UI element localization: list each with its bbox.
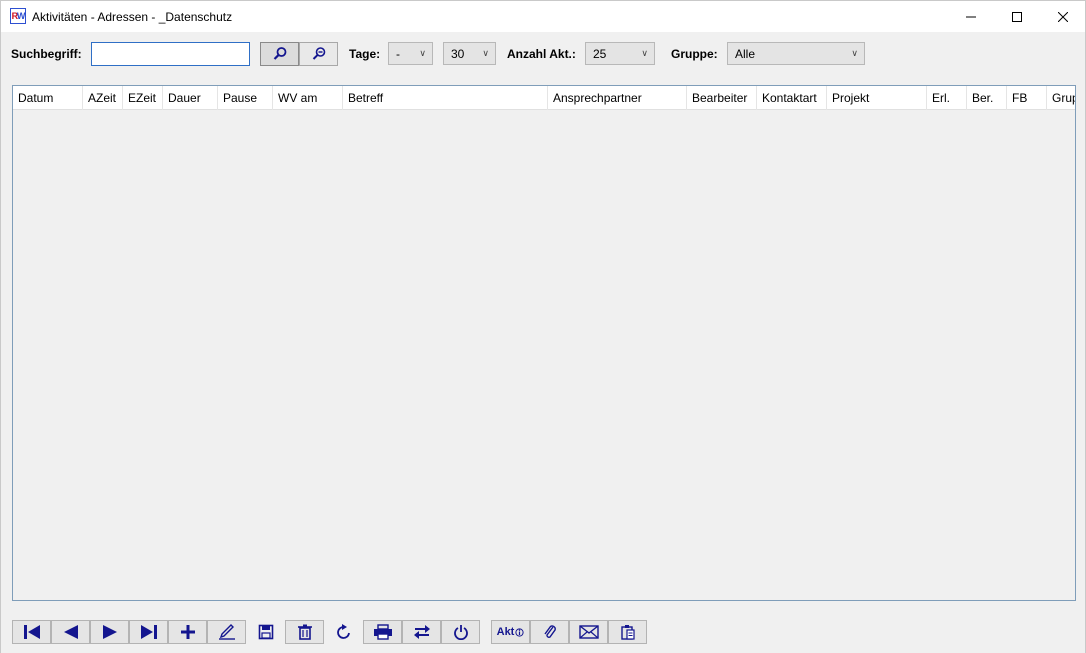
column-header-fb[interactable]: FB [1007,86,1047,110]
akt-info-icon [515,627,524,637]
chevron-down-icon: ∨ [641,48,648,58]
anzahl-select-value: 25 [593,47,607,61]
first-record-button[interactable] [12,620,51,644]
power-button[interactable] [441,620,480,644]
attachment-button[interactable] [530,620,569,644]
close-icon [1058,11,1068,22]
next-icon [102,625,117,639]
tage-label: Tage: [349,47,381,61]
bottom-toolbar: Akt [1,611,1085,653]
chevron-down-icon: ∨ [851,48,858,58]
grid-header: Datum AZeit EZeit Dauer Pause WV am Betr… [13,86,1075,110]
chevron-down-icon: ∨ [419,48,426,58]
close-button[interactable] [1040,1,1086,32]
search-minus-button[interactable] [299,42,338,66]
tage-select-1[interactable]: - ∨ [388,42,433,65]
print-button[interactable] [363,620,402,644]
power-icon [453,625,468,640]
print-icon [373,624,392,640]
column-header-wv-am[interactable]: WV am [273,86,343,110]
search-input[interactable] [91,42,250,66]
last-record-button[interactable] [129,620,168,644]
akt-info-label: Akt [496,626,515,638]
delete-record-button[interactable] [285,620,324,644]
gruppe-select[interactable]: Alle ∨ [727,42,865,65]
swap-button[interactable] [402,620,441,644]
activities-grid[interactable]: Datum AZeit EZeit Dauer Pause WV am Betr… [12,85,1076,601]
title-bar[interactable]: RW Aktivitäten - Adressen - _Datenschutz [1,1,1085,32]
main-window: RW Aktivitäten - Adressen - _Datenschutz… [0,0,1086,653]
column-header-datum[interactable]: Datum [13,86,83,110]
gruppe-label: Gruppe: [671,47,718,61]
column-header-betreff[interactable]: Betreff [343,86,548,110]
gruppe-select-value: Alle [735,47,756,61]
edit-record-button[interactable] [207,620,246,644]
clipboard-button[interactable] [608,620,647,644]
search-minus-icon [312,47,325,60]
first-icon [23,625,40,639]
column-header-projekt[interactable]: Projekt [827,86,927,110]
column-header-erl[interactable]: Erl. [927,86,967,110]
akt-info-button[interactable]: Akt [491,620,530,644]
clipboard-icon [620,625,635,640]
delete-icon [297,624,312,640]
window-title: Aktivitäten - Adressen - _Datenschutz [32,10,233,24]
add-record-button[interactable] [168,620,207,644]
column-header-gruppe[interactable]: Grup [1047,86,1075,110]
save-record-button[interactable] [246,620,285,644]
column-header-ansprechpartner[interactable]: Ansprechpartner [548,86,687,110]
column-header-azeit[interactable]: AZeit [83,86,123,110]
mail-icon [578,625,599,639]
anzahl-select[interactable]: 25 ∨ [585,42,655,65]
attachment-icon [543,625,556,638]
column-header-kontaktart[interactable]: Kontaktart [757,86,827,110]
last-icon [140,625,157,639]
column-header-dauer[interactable]: Dauer [163,86,218,110]
tage-select-2-value: 30 [451,47,465,61]
swap-icon [413,625,430,639]
column-header-pause[interactable]: Pause [218,86,273,110]
search-label: Suchbegriff: [11,47,82,61]
rw-app-icon: RW [10,8,26,24]
next-record-button[interactable] [90,620,129,644]
tage-select-2[interactable]: 30 ∨ [443,42,496,65]
maximize-icon [1012,11,1022,22]
save-icon [258,624,273,640]
edit-icon [218,624,235,640]
column-header-bearbeiter[interactable]: Bearbeiter [687,86,757,110]
column-header-ezeit[interactable]: EZeit [123,86,163,110]
search-button[interactable] [260,42,299,66]
previous-icon [63,625,78,639]
anzahl-label: Anzahl Akt.: [507,47,576,61]
chevron-down-icon: ∨ [482,48,489,58]
tage-select-1-value: - [396,47,400,61]
minimize-button[interactable] [948,1,994,32]
minimize-icon [966,16,976,17]
previous-record-button[interactable] [51,620,90,644]
search-icon [273,47,286,60]
add-icon [180,625,195,639]
refresh-icon [336,624,350,639]
mail-button[interactable] [569,620,608,644]
column-header-ber[interactable]: Ber. [967,86,1007,110]
filter-toolbar: Suchbegriff: Tage: - ∨ 30 ∨ Anzahl Akt.: [1,32,1085,76]
maximize-button[interactable] [994,1,1040,32]
refresh-button[interactable] [324,620,363,644]
